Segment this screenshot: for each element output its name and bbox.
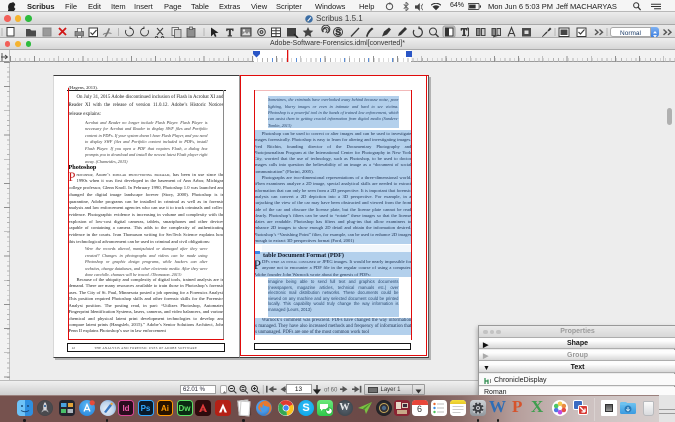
svg-text:S: S	[336, 28, 341, 37]
svg-text:T: T	[227, 27, 234, 38]
svg-text:T: T	[461, 28, 467, 39]
svg-text:of 60: of 60	[324, 387, 338, 393]
